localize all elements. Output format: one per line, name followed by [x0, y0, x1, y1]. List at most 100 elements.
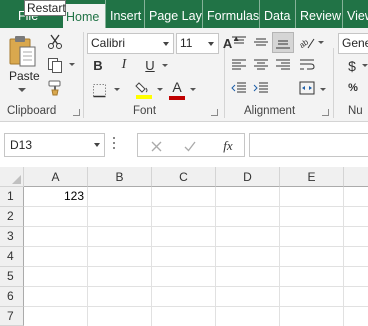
underline-dropdown-arrow[interactable]: [162, 64, 168, 67]
cell-a7[interactable]: [24, 307, 88, 326]
cell-a5[interactable]: [24, 267, 88, 287]
row-header-6[interactable]: 6: [0, 287, 24, 307]
cell-f6[interactable]: [344, 287, 368, 307]
align-center-icon[interactable]: [251, 56, 271, 74]
tab-formulas[interactable]: Formulas: [202, 0, 259, 28]
bottom-align-icon[interactable]: [272, 32, 294, 53]
clipboard-launcher-icon[interactable]: [73, 109, 80, 116]
cell-b2[interactable]: [88, 207, 152, 227]
column-header-b[interactable]: B: [88, 167, 152, 187]
cell-d5[interactable]: [216, 267, 280, 287]
orientation-icon[interactable]: ab: [296, 33, 318, 53]
font-size-dropdown[interactable]: 11: [176, 33, 219, 54]
increase-indent-icon[interactable]: [251, 79, 271, 97]
cell-c6[interactable]: [152, 287, 216, 307]
cell-e2[interactable]: [280, 207, 344, 227]
format-painter-icon[interactable]: [46, 79, 64, 97]
tab-insert[interactable]: Insert: [105, 0, 144, 28]
name-box[interactable]: D13: [4, 133, 105, 157]
percent-icon[interactable]: %: [343, 79, 363, 97]
tab-home[interactable]: Home: [63, 4, 105, 28]
row-header-4[interactable]: 4: [0, 247, 24, 267]
cancel-icon[interactable]: [148, 138, 164, 154]
cell-a4[interactable]: [24, 247, 88, 267]
cell-c2[interactable]: [152, 207, 216, 227]
row-header-2[interactable]: 2: [0, 207, 24, 227]
alignment-launcher-icon[interactable]: [322, 109, 329, 116]
column-header-a[interactable]: A: [24, 167, 88, 187]
italic-button[interactable]: I: [116, 57, 132, 73]
cell-d4[interactable]: [216, 247, 280, 267]
cell-b3[interactable]: [88, 227, 152, 247]
cell-c5[interactable]: [152, 267, 216, 287]
row-header-5[interactable]: 5: [0, 267, 24, 287]
copy-icon[interactable]: [46, 56, 64, 74]
underline-button[interactable]: U: [142, 57, 158, 73]
tab-page-layout[interactable]: Page Layo: [144, 0, 202, 28]
cell-c4[interactable]: [152, 247, 216, 267]
align-right-icon[interactable]: [273, 56, 293, 74]
row-header-1[interactable]: 1: [0, 187, 24, 207]
cell-f3[interactable]: [344, 227, 368, 247]
column-header-e[interactable]: E: [280, 167, 344, 187]
bold-button[interactable]: B: [90, 57, 106, 73]
borders-icon[interactable]: [90, 81, 108, 99]
decrease-indent-icon[interactable]: [229, 79, 249, 97]
cell-d1[interactable]: [216, 187, 280, 207]
fill-color-dropdown-arrow[interactable]: [157, 88, 163, 91]
paste-button-label[interactable]: Paste: [9, 69, 40, 83]
formula-input[interactable]: [249, 133, 368, 157]
cell-f2[interactable]: [344, 207, 368, 227]
column-header-c[interactable]: C: [152, 167, 216, 187]
cell-e3[interactable]: [280, 227, 344, 247]
cell-a2[interactable]: [24, 207, 88, 227]
cell-c7[interactable]: [152, 307, 216, 326]
column-header-f[interactable]: [344, 167, 368, 187]
cell-f5[interactable]: [344, 267, 368, 287]
row-header-3[interactable]: 3: [0, 227, 24, 247]
cell-b5[interactable]: [88, 267, 152, 287]
font-name-dropdown[interactable]: Calibri: [87, 33, 174, 54]
row-header-7[interactable]: 7: [0, 307, 24, 326]
cell-b1[interactable]: [88, 187, 152, 207]
cell-d7[interactable]: [216, 307, 280, 326]
cell-e6[interactable]: [280, 287, 344, 307]
cell-f1[interactable]: [344, 187, 368, 207]
enter-check-icon[interactable]: [182, 138, 198, 154]
merge-center-icon[interactable]: [297, 79, 317, 97]
middle-align-icon[interactable]: [251, 33, 271, 51]
tab-review[interactable]: Review: [295, 0, 342, 28]
cell-b6[interactable]: [88, 287, 152, 307]
cell-e7[interactable]: [280, 307, 344, 326]
paste-dropdown-arrow[interactable]: [18, 88, 26, 92]
align-left-icon[interactable]: [229, 56, 249, 74]
copy-dropdown-arrow[interactable]: [69, 63, 75, 66]
tab-view[interactable]: View: [342, 0, 368, 28]
cell-d2[interactable]: [216, 207, 280, 227]
cell-c1[interactable]: [152, 187, 216, 207]
merge-dropdown-arrow[interactable]: [320, 88, 326, 91]
borders-dropdown-arrow[interactable]: [114, 88, 120, 91]
cut-icon[interactable]: [46, 33, 64, 51]
wrap-text-icon[interactable]: [297, 56, 317, 74]
paste-icon[interactable]: [8, 34, 38, 68]
cell-e5[interactable]: [280, 267, 344, 287]
cell-b4[interactable]: [88, 247, 152, 267]
font-color-dropdown-arrow[interactable]: [190, 88, 196, 91]
resize-handle-icon[interactable]: [113, 137, 116, 151]
cell-f4[interactable]: [344, 247, 368, 267]
insert-function-button[interactable]: fx: [218, 137, 238, 155]
tab-data[interactable]: Data: [259, 0, 295, 28]
font-launcher-icon[interactable]: [211, 109, 218, 116]
number-format-dropdown[interactable]: Gene: [338, 33, 368, 54]
cell-c3[interactable]: [152, 227, 216, 247]
column-header-d[interactable]: D: [216, 167, 280, 187]
cell-e1[interactable]: [280, 187, 344, 207]
font-color-icon[interactable]: A: [168, 79, 186, 101]
cell-a3[interactable]: [24, 227, 88, 247]
top-align-icon[interactable]: [229, 33, 249, 51]
currency-icon[interactable]: $: [344, 57, 360, 75]
currency-dropdown-arrow[interactable]: [362, 64, 368, 67]
fill-color-icon[interactable]: [134, 79, 154, 101]
cell-f7[interactable]: [344, 307, 368, 326]
